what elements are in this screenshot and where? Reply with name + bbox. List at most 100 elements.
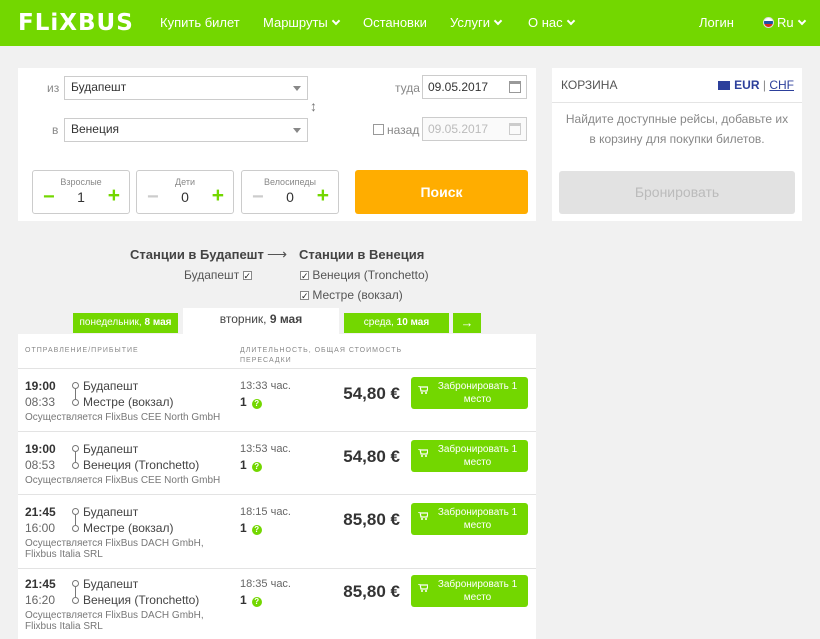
origin-stop: Будапешт <box>83 577 139 591</box>
trip-price: 54,80 € <box>343 447 400 466</box>
increase-bikes-button[interactable]: + <box>317 184 329 208</box>
duration-column-header: ДЛИТЕЛЬНОСТЬ, ОБЩАЯ СТОИМОСТЬ ПЕРЕСАДКИ <box>240 347 403 364</box>
trip-price: 85,80 € <box>343 582 400 601</box>
book-seat-button[interactable]: Забронировать 1 место <box>411 575 528 607</box>
operator-text: Осуществляется FlixBus DACH GmbH, <box>25 610 204 621</box>
arrival-time: 16:00 <box>25 521 56 535</box>
top-nav-bar: FLiXBUS Купить билет Маршруты Остановки … <box>0 0 820 46</box>
route-line-icon <box>72 445 80 469</box>
book-button[interactable]: Бронировать <box>559 171 795 214</box>
help-icon[interactable]: ? <box>251 597 262 607</box>
divider <box>552 102 802 103</box>
basket-empty-message: Найдите доступные рейсы, добавьте их в к… <box>565 112 789 146</box>
calendar-icon[interactable] <box>509 81 521 93</box>
return-label: назад <box>387 123 420 137</box>
trip-duration: 18:35 час. <box>240 578 291 590</box>
trip-price: 85,80 € <box>343 510 400 529</box>
swap-direction-icon[interactable]: ↕ <box>310 98 317 114</box>
adults-stepper: Взрослые − 1 + <box>32 170 130 214</box>
transfer-count: 1? <box>240 593 262 607</box>
cart-icon <box>418 512 428 520</box>
trip-row: 19:00 08:33 Будапешт Местре (вокзал) Осу… <box>18 368 536 431</box>
nav-services[interactable]: Услуги <box>450 15 503 30</box>
operator-text: Осуществляется FlixBus CEE North GmbH <box>25 475 221 486</box>
help-icon[interactable]: ? <box>251 462 262 472</box>
station-filter-item[interactable]: ✓ Венеция (Tronchetto) <box>300 268 429 282</box>
operator-text-line2: Flixbus Italia SRL <box>25 621 103 632</box>
outbound-date-field[interactable]: 09.05.2017 <box>422 75 527 99</box>
origin-stop: Будапешт <box>83 379 139 393</box>
from-stations-heading: Станции в Будапешт <box>130 247 264 262</box>
operator-text: Осуществляется FlixBus CEE North GmbH <box>25 412 221 423</box>
tab-prev-day[interactable]: понедельник, 8 мая <box>73 313 178 333</box>
currency-chf[interactable]: CHF <box>769 78 794 92</box>
currency-eur[interactable]: EUR <box>734 78 759 92</box>
login-link[interactable]: Логин <box>699 15 734 30</box>
to-stations-heading: Станции в Венеция <box>299 247 425 262</box>
transfer-number: 1 <box>240 593 247 607</box>
children-stepper: Дети − 0 + <box>136 170 234 214</box>
destination-stop: Местре (вокзал) <box>83 521 174 535</box>
from-value: Будапешт <box>71 80 127 94</box>
chevron-down-icon <box>331 16 340 26</box>
tab-current-day[interactable]: вторник, 9 мая <box>183 308 339 337</box>
route-line-icon <box>72 580 80 604</box>
checkbox-checked-icon[interactable]: ✓ <box>242 271 252 281</box>
trip-duration: 13:33 час. <box>240 380 291 392</box>
return-checkbox[interactable] <box>373 124 384 135</box>
russia-flag-icon <box>763 17 774 28</box>
search-form: из Будапешт ↕ в Венеция туда 09.05.2017 … <box>18 68 536 221</box>
trip-duration: 18:15 час. <box>240 506 291 518</box>
increase-adults-button[interactable]: + <box>108 184 120 208</box>
origin-stop: Будапешт <box>83 505 139 519</box>
to-value: Венеция <box>71 122 120 136</box>
calendar-icon[interactable] <box>509 123 521 135</box>
return-date-value: 09.05.2017 <box>428 122 489 136</box>
operator-text: Осуществляется FlixBus DACH GmbH, <box>25 538 204 549</box>
book-seat-button[interactable]: Забронировать 1 место <box>411 503 528 535</box>
help-icon[interactable]: ? <box>251 399 262 409</box>
book-seat-label: Забронировать 1 место <box>437 579 518 603</box>
trip-row: 19:00 08:53 Будапешт Венеция (Tronchetto… <box>18 431 536 494</box>
from-select[interactable]: Будапешт <box>64 76 308 100</box>
basket-title: КОРЗИНА <box>561 78 618 92</box>
checkbox-checked-icon[interactable]: ✓ <box>300 271 309 281</box>
arrival-time: 08:53 <box>25 458 56 472</box>
book-seat-label: Забронировать 1 место <box>437 381 518 405</box>
eu-flag-icon <box>718 81 731 90</box>
destination-stop: Венеция (Tronchetto) <box>83 458 200 472</box>
tab-next-day[interactable]: среда, 10 мая <box>344 313 449 333</box>
nav-routes[interactable]: Маршруты <box>263 15 340 30</box>
cart-icon <box>418 449 428 457</box>
station-filter-item[interactable]: ✓ Местре (вокзал) <box>300 288 403 302</box>
origin-stop: Будапешт <box>83 442 139 456</box>
tab-day-name: понедельник, <box>79 317 145 328</box>
nav-stops[interactable]: Остановки <box>363 15 427 30</box>
arrival-time: 16:20 <box>25 593 56 607</box>
nav-services-label: Услуги <box>450 15 490 30</box>
transfer-count: 1? <box>240 395 262 409</box>
next-days-arrow-button[interactable]: → <box>453 313 481 333</box>
return-date-field[interactable]: 09.05.2017 <box>422 117 527 141</box>
search-button[interactable]: Поиск <box>355 170 528 214</box>
dropdown-arrow-icon <box>293 86 301 91</box>
book-seat-button[interactable]: Забронировать 1 место <box>411 377 528 409</box>
to-select[interactable]: Венеция <box>64 118 308 142</box>
nav-buy-ticket[interactable]: Купить билет <box>160 15 240 30</box>
dropdown-arrow-icon <box>293 128 301 133</box>
nav-about-label: О нас <box>528 15 563 30</box>
language-selector[interactable]: Ru <box>763 15 806 30</box>
flixbus-logo[interactable]: FLiXBUS <box>18 10 134 36</box>
from-label: из <box>47 81 60 95</box>
destination-stop: Местре (вокзал) <box>83 395 174 409</box>
departure-time: 21:45 <box>25 577 56 591</box>
station-filter-item[interactable]: Будапешт ✓ <box>184 268 252 282</box>
checkbox-checked-icon[interactable]: ✓ <box>300 291 309 301</box>
station-name: Местре (вокзал) <box>312 288 403 302</box>
book-seat-button[interactable]: Забронировать 1 место <box>411 440 528 472</box>
increase-children-button[interactable]: + <box>212 184 224 208</box>
chevron-down-icon <box>493 16 503 26</box>
help-icon[interactable]: ? <box>251 525 262 535</box>
nav-about[interactable]: О нас <box>528 15 575 30</box>
chevron-down-icon <box>566 16 575 26</box>
